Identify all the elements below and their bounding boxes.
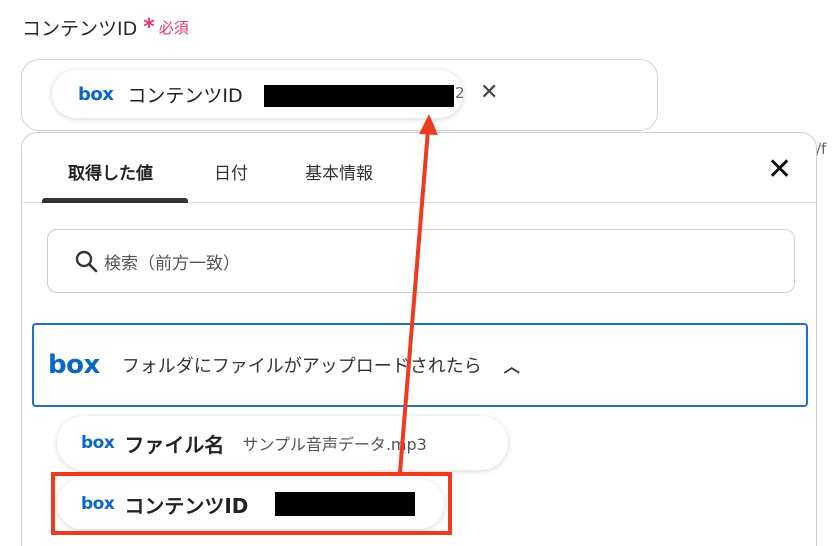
annotation-arrow [398, 114, 438, 473]
